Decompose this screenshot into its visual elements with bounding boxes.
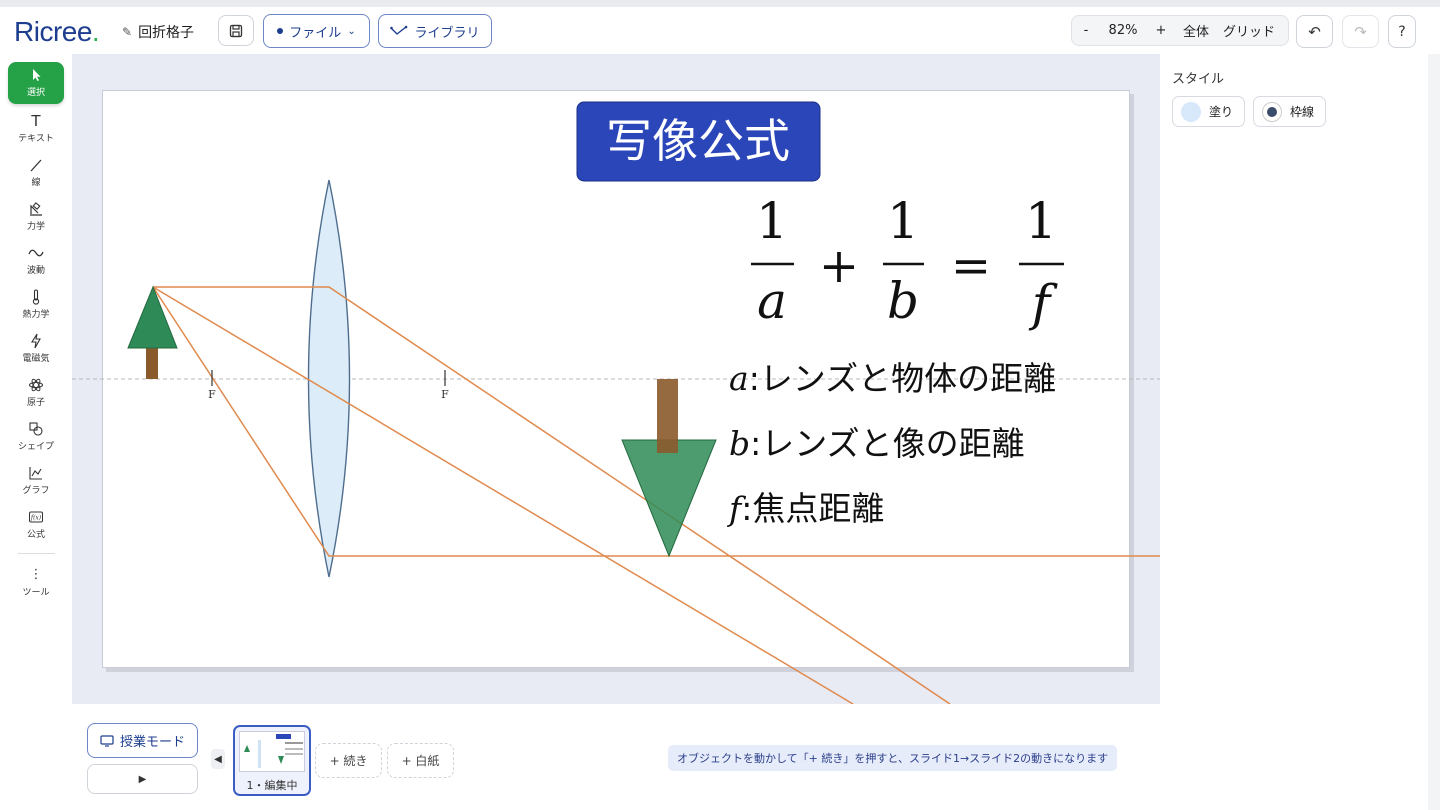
formula-den-1: a bbox=[757, 272, 787, 330]
formula-equals: = bbox=[951, 238, 991, 294]
thumbnail-preview bbox=[239, 731, 305, 772]
thumbnail-label: 1・編集中 bbox=[246, 779, 298, 792]
style-panel-label: スタイル bbox=[1172, 72, 1225, 87]
redo-button[interactable]: ↷ bbox=[1342, 15, 1379, 48]
monitor-icon bbox=[100, 734, 114, 747]
hint-message: オブジェクトを動かして「+ 続き」を押すと、スライド1→スライド2の動きになりま… bbox=[668, 745, 1118, 771]
definition-b: b:レンズと像の距離 bbox=[729, 424, 1025, 463]
window-edge bbox=[1428, 54, 1440, 810]
definition-a: a:レンズと物体の距離 bbox=[729, 359, 1056, 398]
fill-button[interactable]: 塗り bbox=[1172, 96, 1245, 127]
formula-num-2: 1 bbox=[887, 192, 919, 250]
definition-f: f:焦点距離 bbox=[726, 489, 884, 528]
formula-num-1: 1 bbox=[756, 192, 788, 250]
stroke-button[interactable]: 枠線 bbox=[1253, 96, 1326, 127]
prev-slide-arrow-icon[interactable]: ◀ bbox=[211, 749, 225, 769]
formula-den-3: f bbox=[1028, 274, 1058, 332]
grid-toggle-button[interactable]: グリッド bbox=[1216, 21, 1282, 40]
undo-button[interactable]: ↶ bbox=[1296, 15, 1333, 48]
play-button[interactable]: ▶ bbox=[87, 764, 198, 794]
formula-den-2: b bbox=[887, 272, 919, 330]
slide-title-box[interactable]: 写像公式 bbox=[576, 101, 821, 182]
object-trunk bbox=[146, 347, 158, 379]
convex-lens[interactable] bbox=[307, 179, 351, 578]
formula-num-3: 1 bbox=[1025, 192, 1057, 250]
focus-label-right: F bbox=[441, 388, 449, 401]
fit-all-button[interactable]: 全体 bbox=[1176, 21, 1216, 40]
image-crown bbox=[621, 439, 717, 558]
undo-icon: ↶ bbox=[1308, 22, 1321, 41]
slide-thumbnail[interactable]: 1・編集中 bbox=[233, 725, 311, 796]
continue-slide-button[interactable]: + 続き bbox=[315, 743, 382, 778]
image-trunk bbox=[657, 379, 678, 453]
help-button[interactable]: ? bbox=[1388, 15, 1416, 48]
slide-title: 写像公式 bbox=[606, 114, 790, 168]
formula-plus: + bbox=[819, 238, 859, 294]
slide-strip: 授業モード ▶ ◀ 1・編集中 + 続き + 白紙 オブジェクトを動かして「+ … bbox=[72, 704, 1160, 810]
object-tree[interactable] bbox=[127, 285, 178, 379]
focus-label-left: F bbox=[208, 388, 216, 401]
lesson-mode-button[interactable]: 授業モード bbox=[87, 723, 198, 758]
blank-slide-button[interactable]: + 白紙 bbox=[387, 743, 454, 778]
variable-definitions[interactable]: a:レンズと物体の距離 b:レンズと像の距離 f:焦点距離 bbox=[726, 359, 1056, 528]
image-tree[interactable] bbox=[621, 379, 717, 558]
stroke-swatch-icon bbox=[1262, 101, 1282, 122]
optics-scene: F F 写像公式 1 a + 1 b = 1 f a:レンズと物体の距離 b:レ… bbox=[72, 101, 1160, 704]
fill-swatch-icon bbox=[1181, 101, 1201, 122]
lens-formula[interactable]: 1 a + 1 b = 1 f bbox=[751, 192, 1064, 332]
style-panel: スタイル 塗り 枠線 bbox=[1160, 54, 1428, 810]
play-icon: ▶ bbox=[138, 773, 147, 785]
redo-icon: ↷ bbox=[1354, 22, 1367, 41]
